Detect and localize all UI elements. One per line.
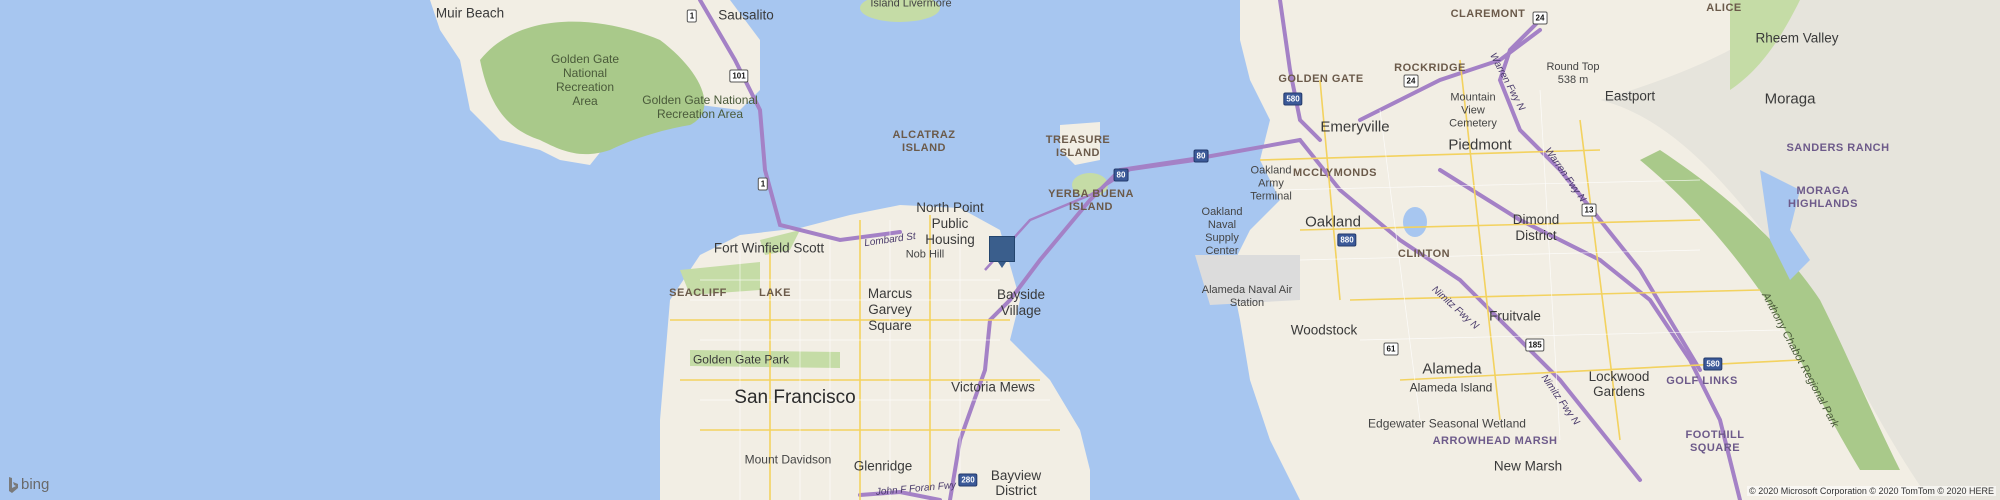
interstate-580-shield: 580 — [1283, 92, 1303, 106]
route-1-shield: 1 — [686, 9, 698, 23]
map-canvas[interactable]: Muir Beach Sausalito Island Livermore AL… — [0, 0, 2000, 500]
bing-logo: bing — [8, 476, 49, 493]
route-1-shield-south: 1 — [757, 177, 769, 191]
interstate-80-shield-west: 80 — [1113, 168, 1129, 182]
interstate-580-shield-east: 580 — [1703, 357, 1723, 371]
interstate-80-shield-east: 80 — [1193, 149, 1209, 163]
bing-logo-text: bing — [21, 476, 50, 493]
route-24-shield-mid: 24 — [1403, 74, 1419, 88]
interstate-880-shield: 880 — [1337, 233, 1357, 247]
route-61-shield: 61 — [1383, 342, 1399, 356]
route-24-shield-top: 24 — [1532, 11, 1548, 25]
copyright-notice: © 2020 Microsoft Corporation © 2020 TomT… — [1747, 486, 1996, 496]
bing-logo-icon — [9, 476, 18, 493]
map-pin-icon[interactable] — [989, 236, 1015, 268]
interstate-280-shield: 280 — [958, 473, 978, 487]
route-13-shield: 13 — [1581, 203, 1597, 217]
route-185-shield: 185 — [1525, 338, 1545, 352]
route-101-shield: 101 — [729, 69, 749, 83]
